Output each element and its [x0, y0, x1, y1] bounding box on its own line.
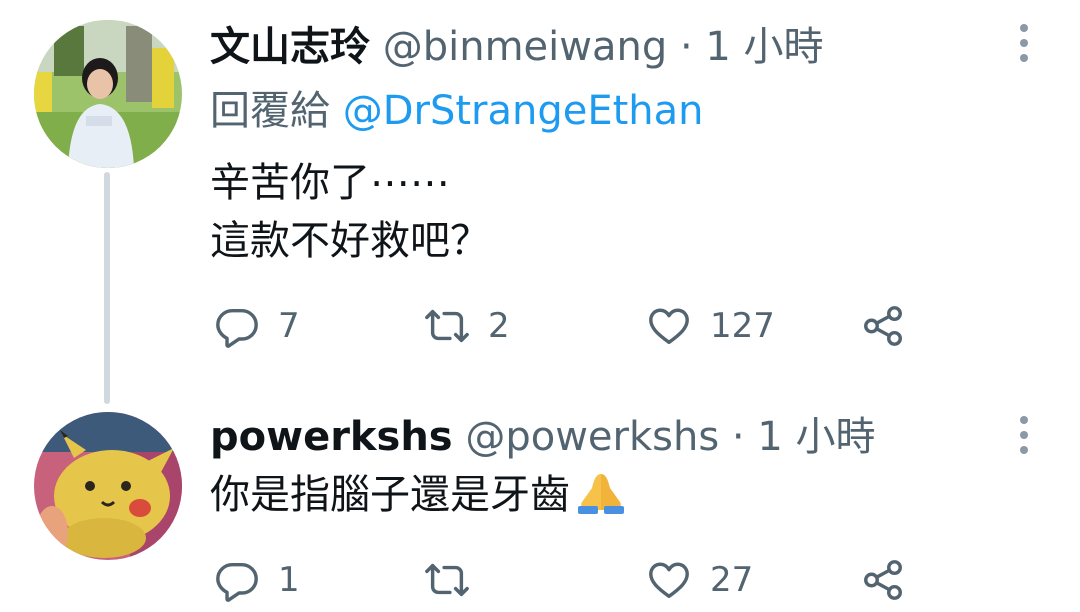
like-button[interactable]: 127: [646, 296, 775, 356]
tweet-text-line: 這款不好救吧？: [210, 218, 490, 264]
more-options-icon[interactable]: [1012, 410, 1036, 460]
retweet-button[interactable]: [424, 550, 488, 610]
handle[interactable]: @binmeiwang: [383, 24, 668, 70]
avatar-photo: [34, 412, 182, 560]
tweet[interactable]: powerkshs @powerkshs · 1 小時 你是指腦子還是牙齒 1 …: [0, 400, 1080, 612]
reply-button[interactable]: 1: [214, 550, 300, 610]
display-name[interactable]: powerkshs: [210, 414, 453, 460]
timestamp[interactable]: 1 小時: [757, 414, 875, 460]
retweet-icon: [425, 309, 469, 343]
avatar[interactable]: [34, 20, 182, 168]
tweet-header: powerkshs @powerkshs · 1 小時: [210, 412, 876, 462]
like-count: 27: [710, 560, 754, 600]
share-icon: [864, 306, 902, 346]
reply-button[interactable]: 7: [214, 296, 300, 356]
avatar[interactable]: [34, 412, 182, 560]
folded-hands-emoji: [578, 474, 624, 514]
more-options-icon[interactable]: [1012, 18, 1036, 68]
like-count: 127: [710, 306, 775, 346]
reply-prefix: 回覆給: [210, 88, 330, 134]
like-icon: [649, 308, 689, 345]
tweet-text-line: 辛苦你了⋯⋯: [210, 160, 450, 206]
reply-icon: [216, 308, 258, 348]
tweet-text: 你是指腦子還是牙齒: [210, 466, 628, 524]
like-icon: [649, 562, 689, 599]
tweet[interactable]: 文山志玲 @binmeiwang · 1 小時 回覆給 @DrStrangeEt…: [0, 0, 1080, 404]
like-button[interactable]: 27: [646, 550, 753, 610]
retweet-button[interactable]: 2: [424, 296, 510, 356]
share-button[interactable]: [860, 296, 906, 356]
separator-dot: ·: [679, 24, 693, 70]
tweet-text-line: 你是指腦子還是牙齒: [210, 472, 570, 518]
retweet-count: 2: [488, 306, 510, 346]
action-bar: 7 2 127: [210, 296, 930, 356]
thread-line: [104, 172, 110, 404]
handle[interactable]: @powerkshs: [465, 414, 719, 460]
retweet-icon: [425, 563, 469, 597]
reply-count: 7: [278, 306, 300, 346]
reply-context: 回覆給 @DrStrangeEthan: [210, 86, 704, 136]
share-button[interactable]: [860, 550, 906, 610]
display-name[interactable]: 文山志玲: [210, 24, 370, 70]
reply-icon: [216, 562, 258, 602]
action-bar: 1 27: [210, 550, 930, 610]
reply-count: 1: [278, 560, 300, 600]
mention-link[interactable]: @DrStrangeEthan: [343, 88, 704, 134]
timestamp[interactable]: 1 小時: [705, 24, 823, 70]
avatar-photo: [34, 20, 182, 168]
tweet-text: 辛苦你了⋯⋯ 這款不好救吧？: [210, 154, 490, 270]
share-icon: [864, 560, 902, 600]
separator-dot: ·: [731, 414, 745, 460]
tweet-header: 文山志玲 @binmeiwang · 1 小時: [210, 22, 824, 72]
